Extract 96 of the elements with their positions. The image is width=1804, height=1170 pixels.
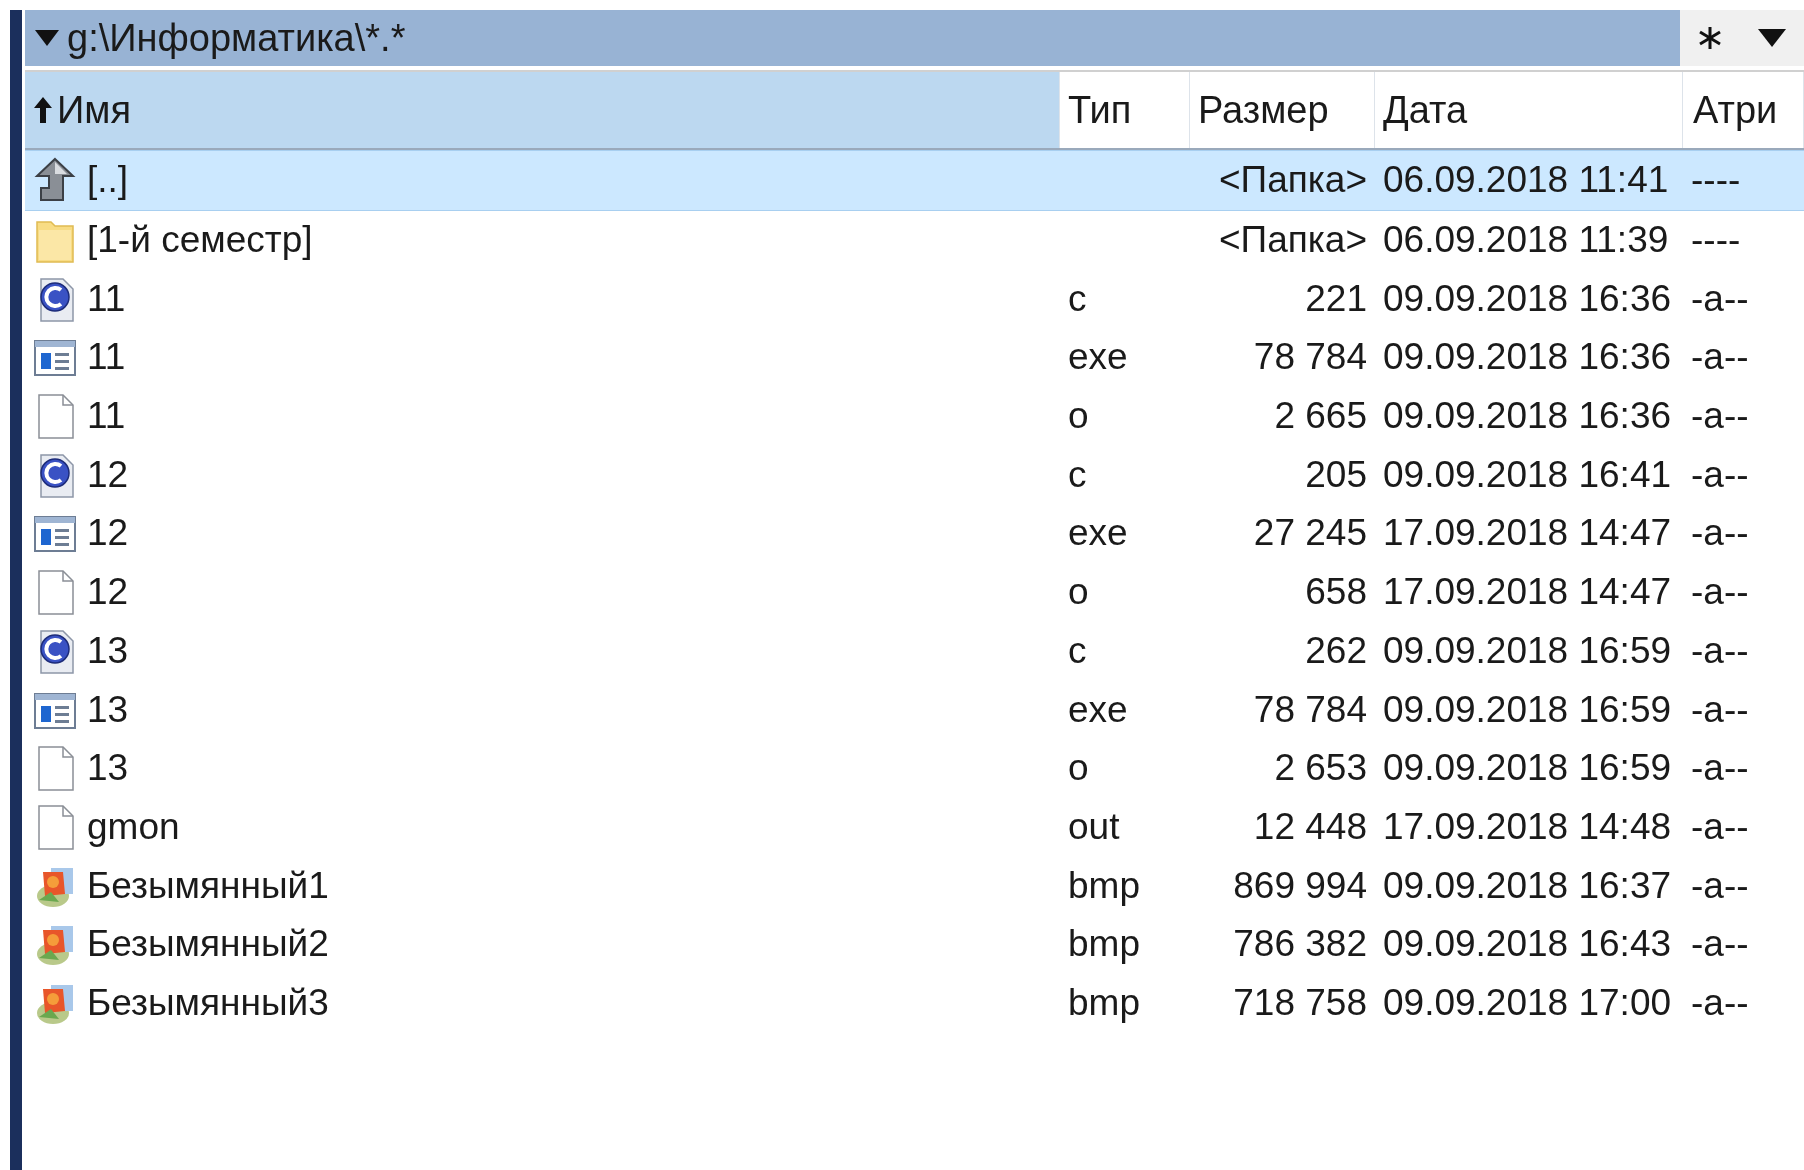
file-attributes: -a--	[1691, 805, 1749, 848]
path-text: g:\Информатика\*.*	[67, 16, 406, 60]
file-size: 2 653	[1274, 747, 1367, 790]
file-date: 06.09.2018 11:39	[1383, 219, 1669, 262]
file-attributes: -a--	[1691, 512, 1749, 555]
file-name: [1-й семестр]	[87, 219, 313, 262]
file-row[interactable]: gmon out 12 448 17.09.2018 14:48 -a--	[25, 797, 1804, 857]
file-row[interactable]: 11 o 2 665 09.09.2018 16:36 -a--	[25, 386, 1804, 446]
file-name: 11	[87, 277, 126, 320]
file-name: 12	[87, 453, 129, 496]
file-size: 2 665	[1274, 395, 1367, 438]
file-type: o	[1068, 395, 1089, 438]
file-attributes: -a--	[1691, 747, 1749, 790]
file-date: 09.09.2018 16:59	[1383, 688, 1672, 731]
file-size: 786 382	[1233, 923, 1367, 966]
file-type: o	[1068, 747, 1089, 790]
column-label: Имя	[57, 88, 131, 132]
file-size: 262	[1305, 629, 1367, 672]
file-name: Безымянный2	[87, 923, 329, 966]
file-size: 205	[1305, 453, 1367, 496]
file-attributes: ----	[1691, 159, 1741, 202]
file-type: o	[1068, 571, 1089, 614]
file-row[interactable]: 12 exe 27 245 17.09.2018 14:47 -a--	[25, 504, 1804, 563]
file-name: [..]	[87, 159, 129, 202]
file-attributes: -a--	[1691, 277, 1749, 320]
file-row[interactable]: 12 o 658 17.09.2018 14:47 -a--	[25, 562, 1804, 622]
file-date: 17.09.2018 14:48	[1383, 805, 1672, 848]
file-date: 09.09.2018 16:43	[1383, 923, 1672, 966]
file-attributes: -a--	[1691, 864, 1749, 907]
file-size: 78 784	[1253, 688, 1367, 731]
file-attributes: -a--	[1691, 453, 1749, 496]
file-attributes: -a--	[1691, 629, 1749, 672]
file-date: 09.09.2018 16:59	[1383, 629, 1672, 672]
path-bar[interactable]: g:\Информатика\*.*	[25, 10, 1680, 66]
file-attributes: -a--	[1691, 981, 1749, 1024]
file-row[interactable]: 12 c 205 09.09.2018 16:41 -a--	[25, 445, 1804, 505]
file-type: bmp	[1068, 981, 1140, 1024]
file-attributes: -a--	[1691, 336, 1749, 379]
file-date: 09.09.2018 16:36	[1383, 277, 1672, 320]
file-type: out	[1068, 805, 1120, 848]
file-name: 12	[87, 512, 129, 555]
file-size: 718 758	[1233, 981, 1367, 1024]
file-attributes: ----	[1691, 219, 1741, 262]
file-row[interactable]: 13 exe 78 784 09.09.2018 16:59 -a--	[25, 680, 1804, 739]
file-name: 13	[87, 688, 129, 731]
file-type: c	[1068, 453, 1087, 496]
file-date: 09.09.2018 16:41	[1383, 453, 1672, 496]
file-date: 06.09.2018 11:41	[1383, 159, 1669, 202]
file-size: 12 448	[1253, 805, 1367, 848]
file-name: 12	[87, 571, 129, 614]
file-attributes: -a--	[1691, 571, 1749, 614]
file-size: 27 245	[1253, 512, 1367, 555]
file-type: c	[1068, 277, 1087, 320]
file-row[interactable]: Безымянный1 bmp 869 994 09.09.2018 16:37 -a--	[25, 856, 1804, 915]
file-date: 09.09.2018 16:36	[1383, 336, 1672, 379]
file-type: c	[1068, 629, 1087, 672]
file-size: <Папка>	[1219, 219, 1367, 262]
asterisk-icon[interactable]	[1697, 25, 1723, 51]
selected-row[interactable]: [..] <Папка> 06.09.2018 11:41 ----	[25, 150, 1804, 211]
file-size: <Папка>	[1219, 159, 1367, 202]
file-name: gmon	[87, 805, 180, 848]
file-name: 13	[87, 629, 129, 672]
file-attributes: -a--	[1691, 395, 1749, 438]
file-date: 09.09.2018 16:37	[1383, 864, 1672, 907]
file-row[interactable]: 11 c 221 09.09.2018 16:36 -a--	[25, 269, 1804, 329]
file-attributes: -a--	[1691, 923, 1749, 966]
file-name: Безымянный1	[87, 864, 329, 907]
file-date: 17.09.2018 14:47	[1383, 512, 1672, 555]
file-size: 78 784	[1253, 336, 1367, 379]
file-row[interactable]: Безымянный3 bmp 718 758 09.09.2018 17:00 -a--	[25, 973, 1804, 1033]
file-type: exe	[1068, 512, 1128, 555]
file-row[interactable]: 13 c 262 09.09.2018 16:59 -a--	[25, 621, 1804, 681]
file-size: 658	[1305, 571, 1367, 614]
file-type: bmp	[1068, 864, 1140, 907]
file-size: 221	[1305, 277, 1367, 320]
file-row[interactable]: Безымянный2 bmp 786 382 09.09.2018 16:43 -a--	[25, 914, 1804, 974]
file-row[interactable]: 11 exe 78 784 09.09.2018 16:36 -a--	[25, 328, 1804, 387]
file-type: exe	[1068, 688, 1128, 731]
file-type: bmp	[1068, 923, 1140, 966]
file-row[interactable]: [1-й семестр] <Папка> 06.09.2018 11:39 ----	[25, 210, 1804, 270]
column-header[interactable]: Имя	[25, 72, 1060, 148]
file-attributes: -a--	[1691, 688, 1749, 731]
dropdown-caret-icon	[33, 28, 61, 48]
file-name: 11	[87, 395, 126, 438]
dropdown-caret-icon[interactable]	[1757, 27, 1787, 49]
file-name: Безымянный3	[87, 981, 329, 1024]
file-date: 09.09.2018 16:36	[1383, 395, 1672, 438]
file-row[interactable]: 13 o 2 653 09.09.2018 16:59 -a--	[25, 738, 1804, 798]
file-date: 17.09.2018 14:47	[1383, 571, 1672, 614]
sort-arrow-icon	[33, 95, 53, 125]
file-name: 11	[87, 336, 126, 379]
file-date: 09.09.2018 16:59	[1383, 747, 1672, 790]
file-date: 09.09.2018 17:00	[1383, 981, 1672, 1024]
file-name: 13	[87, 747, 129, 790]
file-type: exe	[1068, 336, 1128, 379]
file-size: 869 994	[1233, 864, 1367, 907]
